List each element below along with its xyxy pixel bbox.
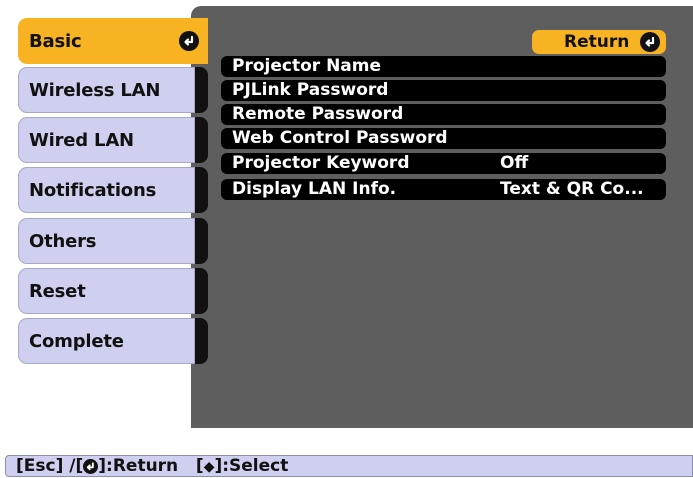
help-bar: [Esc] /[ ]:Return [◆]:Select [5,455,693,477]
help-text: [Esc] /[ ]:Return [◆]:Select [16,456,288,477]
tab-others-cap [195,218,208,264]
menu-item-web-control-password[interactable]: Web Control Password [221,128,666,149]
menu-item-pjlink-password[interactable]: PJLink Password [221,80,666,101]
tab-complete-cap [195,318,208,364]
tab-basic[interactable]: Basic [18,18,208,64]
menu-item-projector-name[interactable]: Projector Name [221,56,666,77]
tab-notifications-cap [195,167,208,213]
menu-item-value: Off [500,153,529,173]
enter-icon [83,459,99,474]
enter-icon [179,31,199,51]
menu-item-value: Text & QR Co... [500,179,644,199]
menu-item-label: Projector Keyword [232,153,410,173]
tab-reset[interactable]: Reset [18,268,208,314]
return-button-label: Return [564,32,630,52]
tab-notifications[interactable]: Notifications [18,167,208,213]
tab-others-label: Others [29,230,97,252]
tab-reset-cap [195,268,208,314]
menu-item-projector-keyword[interactable]: Projector Keyword Off [221,153,666,174]
menu-item-label: Projector Name [232,56,382,76]
menu-item-label: PJLink Password [232,80,389,100]
tab-wireless-lan-cap [195,67,208,113]
tab-others[interactable]: Others [18,218,208,264]
menu-item-display-lan-info[interactable]: Display LAN Info. Text & QR Co... [221,179,666,200]
tab-wired-lan[interactable]: Wired LAN [18,117,208,163]
tab-wireless-lan-label: Wireless LAN [29,79,161,101]
help-text-esc: [Esc] /[ [16,456,84,476]
tab-wired-lan-cap [195,117,208,163]
tab-wired-lan-label: Wired LAN [29,129,134,151]
help-text-select: ]:Select [214,456,289,476]
tab-wireless-lan[interactable]: Wireless LAN [18,67,208,113]
tab-complete[interactable]: Complete [18,318,208,364]
menu-item-label: Remote Password [232,104,404,124]
return-button[interactable]: Return [532,30,666,54]
menu-item-label: Display LAN Info. [232,179,397,199]
tab-complete-label: Complete [29,330,124,352]
menu-item-remote-password[interactable]: Remote Password [221,104,666,125]
enter-icon [640,32,660,52]
menu-item-label: Web Control Password [232,128,448,148]
help-text-return: ]:Return [ [98,456,204,476]
tab-reset-label: Reset [29,280,86,302]
tab-basic-label: Basic [29,30,82,52]
up-down-arrow-icon: ◆ [203,459,215,475]
tab-notifications-label: Notifications [29,179,157,201]
